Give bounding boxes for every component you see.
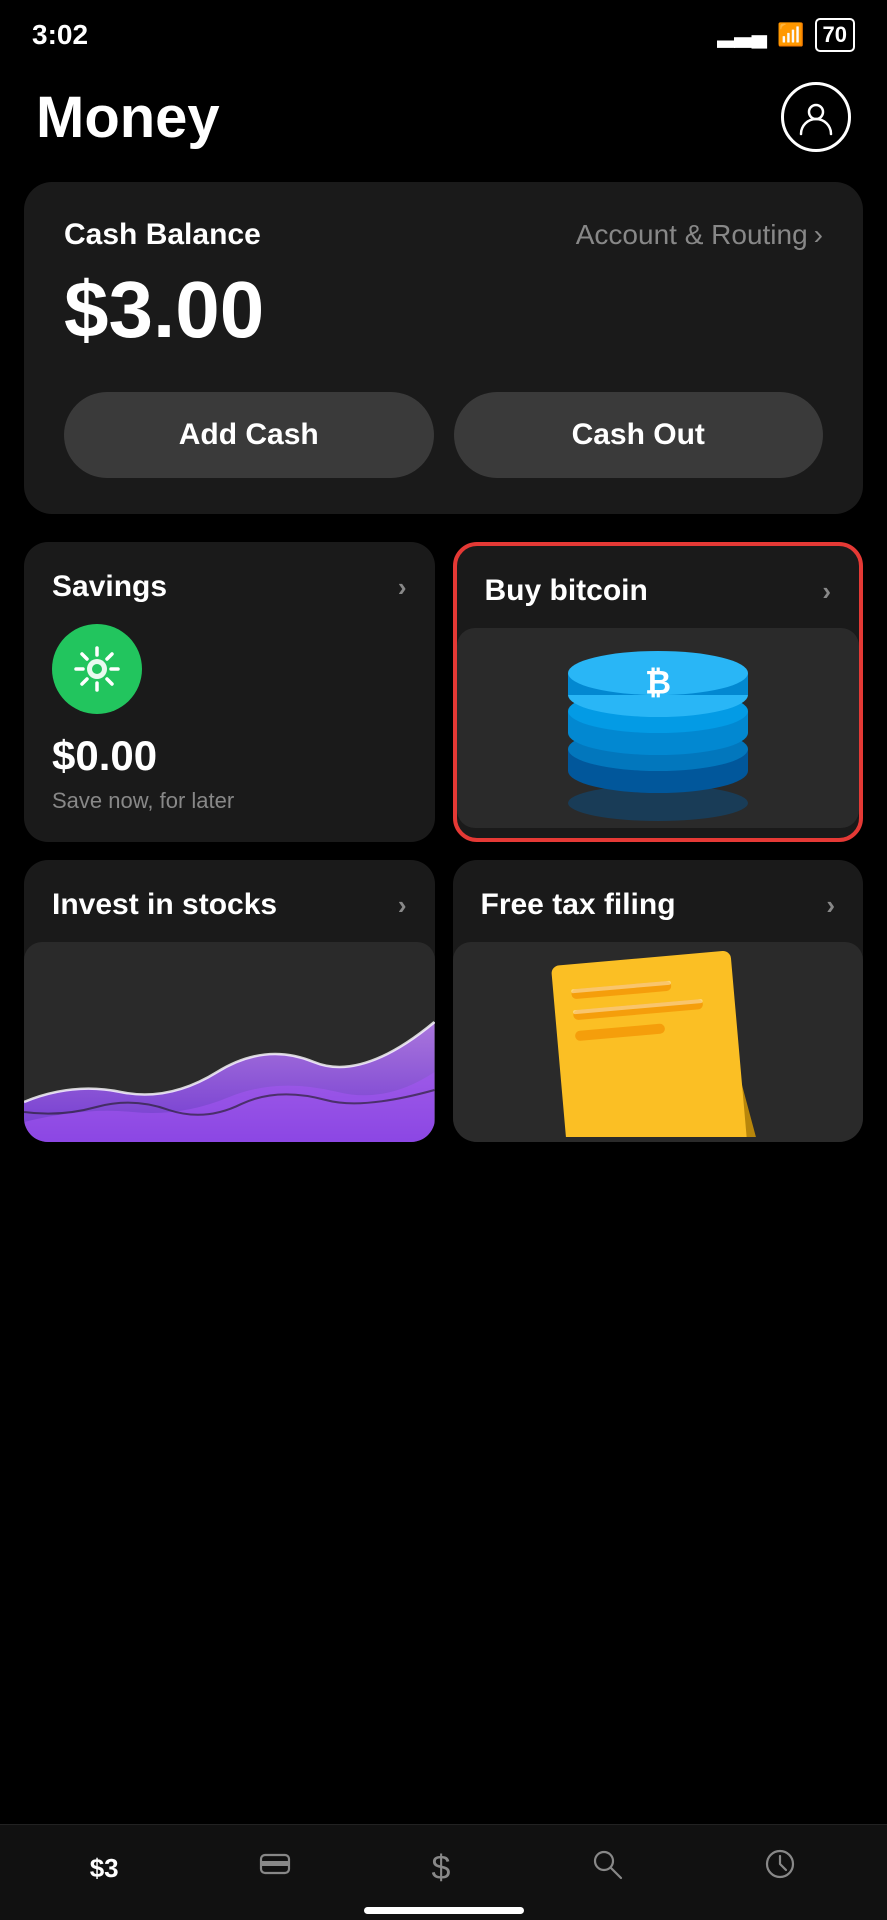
nav-card[interactable] <box>258 1847 292 1890</box>
bitcoin-coins-icon: ₿ <box>548 633 768 823</box>
nav-search-icon <box>590 1847 624 1890</box>
account-routing-link[interactable]: Account & Routing › <box>576 219 823 251</box>
savings-title: Savings › <box>52 570 407 604</box>
nav-balance[interactable]: $3 <box>90 1853 119 1884</box>
nav-card-icon <box>258 1847 292 1890</box>
cash-balance-header: Cash Balance Account & Routing › <box>64 218 823 252</box>
savings-chevron-icon: › <box>398 572 407 603</box>
savings-icon <box>52 624 142 714</box>
cash-out-button[interactable]: Cash Out <box>454 392 824 478</box>
page-title: Money <box>36 84 220 151</box>
chevron-right-icon: › <box>814 219 823 251</box>
time-display: 3:02 <box>32 19 88 51</box>
status-right: ▂▃▄ 📶 70 <box>718 18 855 52</box>
nav-activity[interactable] <box>763 1847 797 1890</box>
status-bar: 3:02 ▂▃▄ 📶 70 <box>0 0 887 62</box>
add-cash-button[interactable]: Add Cash <box>64 392 434 478</box>
tax-papers-icon <box>508 947 808 1137</box>
stocks-title: Invest in stocks › <box>52 888 407 922</box>
nav-balance-label: $3 <box>90 1853 119 1884</box>
profile-icon <box>797 98 835 136</box>
stocks-visual <box>24 942 435 1142</box>
header: Money <box>0 62 887 182</box>
tax-visual <box>453 942 864 1142</box>
stocks-card[interactable]: Invest in stocks › <box>24 860 435 1142</box>
bitcoin-visual: ₿ <box>457 628 860 828</box>
profile-button[interactable] <box>781 82 851 152</box>
cash-balance-card: Cash Balance Account & Routing › $3.00 A… <box>24 182 863 514</box>
savings-subtitle: Save now, for later <box>52 788 407 814</box>
wifi-icon: 📶 <box>777 22 804 48</box>
home-indicator <box>364 1907 524 1914</box>
savings-gear-icon <box>70 642 124 696</box>
bottom-nav: $3 $ <box>0 1824 887 1920</box>
signal-icon: ▂▃▄ <box>718 22 767 48</box>
bitcoin-title: Buy bitcoin › <box>485 574 832 608</box>
tax-card[interactable]: Free tax filing › <box>453 860 864 1142</box>
cash-balance-label: Cash Balance <box>64 218 261 252</box>
battery-icon: 70 <box>815 18 855 52</box>
action-buttons: Add Cash Cash Out <box>64 392 823 478</box>
cash-amount: $3.00 <box>64 264 823 356</box>
stocks-chevron-icon: › <box>398 890 407 921</box>
stocks-chart-icon <box>24 942 435 1142</box>
nav-search[interactable] <box>590 1847 624 1890</box>
savings-amount: $0.00 <box>52 732 407 780</box>
savings-card[interactable]: Savings › $0.00 Save now <box>24 542 435 842</box>
svg-text:₿: ₿ <box>645 664 671 700</box>
tax-title: Free tax filing › <box>481 888 836 922</box>
nav-activity-icon <box>763 1847 797 1890</box>
nav-dollar[interactable]: $ <box>431 1849 450 1888</box>
feature-grid: Savings › $0.00 Save now <box>24 542 863 1142</box>
bitcoin-chevron-icon: › <box>822 576 831 607</box>
bitcoin-card[interactable]: Buy bitcoin › ₿ <box>453 542 864 842</box>
tax-chevron-icon: › <box>826 890 835 921</box>
account-routing-text: Account & Routing <box>576 219 808 251</box>
nav-dollar-icon: $ <box>431 1849 450 1888</box>
